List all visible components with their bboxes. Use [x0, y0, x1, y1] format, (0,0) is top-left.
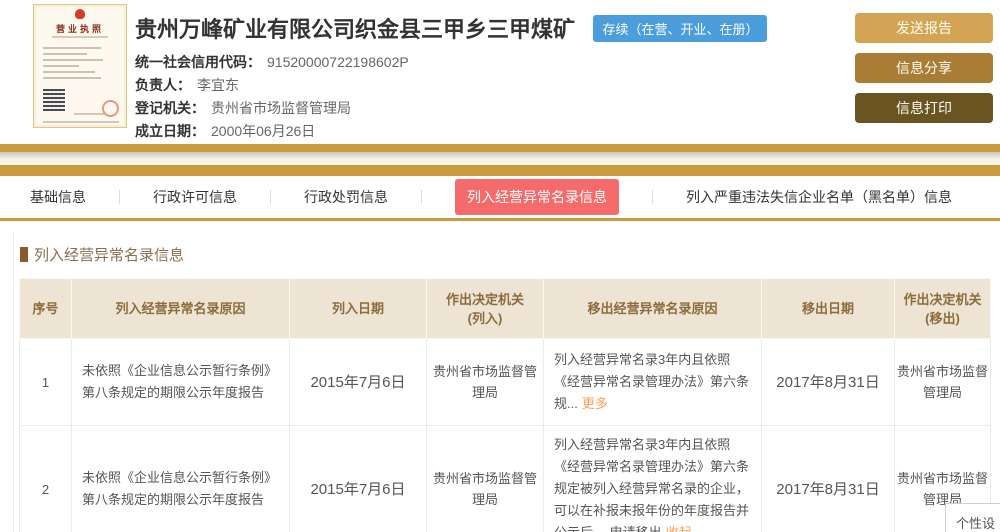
field-value: 91520000722198602P	[267, 54, 409, 70]
field-label: 登记机关：	[135, 100, 205, 116]
field-establish-date: 成立日期： 2000年06月26日	[135, 120, 767, 143]
cell-out-date: 2017年8月31日	[761, 338, 895, 426]
table-row: 2 未依照《企业信息公示暂行条例》第八条规定的期限公示年度报告 2015年7月6…	[19, 425, 991, 532]
cell-in-date: 2015年7月6日	[289, 338, 427, 426]
license-text-line	[43, 59, 103, 61]
cell-in-reason: 未依照《企业信息公示暂行条例》第八条规定的期限公示年度报告	[71, 338, 290, 426]
tab-separator	[270, 190, 271, 204]
col-header-in-reason: 列入经营异常名录原因	[71, 278, 290, 339]
field-label: 成立日期：	[135, 123, 205, 139]
tab-admin-license[interactable]: 行政许可信息	[153, 187, 237, 207]
cell-index: 2	[19, 425, 72, 532]
field-credit-code: 统一社会信用代码： 91520000722198602P	[135, 51, 767, 74]
col-header-in-date: 列入日期	[289, 278, 427, 339]
field-value: 李宜东	[197, 77, 239, 93]
tab-admin-penalty[interactable]: 行政处罚信息	[304, 187, 388, 207]
national-emblem-icon	[75, 9, 85, 19]
page: 营业执照 贵州万峰矿业有限公司织金县三甲乡三甲煤矿 存续（在营、开业、在册） 统…	[0, 0, 1000, 532]
field-label: 统一社会信用代码：	[135, 54, 261, 70]
col-header-out-reason: 移出经营异常名录原因	[543, 278, 762, 339]
license-text-line	[43, 47, 101, 49]
cell-out-date: 2017年8月31日	[761, 425, 895, 532]
red-stamp-icon	[102, 100, 119, 117]
tab-abnormal-operation-list[interactable]: 列入经营异常名录信息	[455, 179, 619, 215]
license-text-line	[43, 121, 119, 123]
action-buttons: 发送报告 信息分享 信息打印	[855, 13, 993, 133]
divider-gap	[0, 152, 1000, 165]
col-header-out-date: 移出日期	[761, 278, 895, 339]
table-row: 1 未依照《企业信息公示暂行条例》第八条规定的期限公示年度报告 2015年7月6…	[19, 338, 991, 426]
company-name-title: 贵州万峰矿业有限公司织金县三甲乡三甲煤矿	[135, 17, 576, 42]
info-print-button[interactable]: 信息打印	[855, 93, 993, 123]
collapse-link[interactable]: 收起	[666, 525, 692, 532]
cell-out-reason: 列入经营异常名录3年内且依照《经营异常名录管理办法》第六条规定被列入经营异常名录…	[543, 425, 762, 532]
license-title: 营业执照	[55, 24, 104, 34]
company-info: 贵州万峰矿业有限公司织金县三甲乡三甲煤矿 存续（在营、开业、在册） 统一社会信用…	[135, 12, 768, 143]
col-header-in-authority: 作出决定机关 (列入)	[426, 278, 544, 339]
gold-divider-top	[0, 144, 1000, 152]
tab-separator	[119, 190, 120, 204]
cell-in-authority: 贵州省市场监督管理局	[426, 425, 544, 532]
tab-separator	[421, 190, 422, 204]
field-legal-person: 负责人： 李宜东	[135, 74, 767, 97]
license-subtitle-line	[52, 36, 108, 38]
section-marker-icon	[20, 247, 28, 262]
send-report-button[interactable]: 发送报告	[855, 13, 993, 43]
cell-in-reason: 未依照《企业信息公示暂行条例》第八条规定的期限公示年度报告	[71, 425, 290, 532]
field-registry-authority: 登记机关： 贵州省市场监督管理局	[135, 97, 767, 120]
main-content: 列入经营异常名录信息 序号 列入经营异常名录原因 列入日期 作出决定机关 (列入)…	[0, 221, 1000, 532]
tab-basic-info[interactable]: 基础信息	[30, 187, 86, 207]
license-text-line	[43, 77, 101, 79]
col-header-out-authority: 作出决定机关 (移出)	[894, 278, 991, 339]
tab-serious-violation-blacklist[interactable]: 列入严重违法失信企业名单（黑名单）信息	[686, 187, 952, 207]
status-badge: 存续（在营、开业、在册）	[593, 14, 768, 42]
company-header: 营业执照 贵州万峰矿业有限公司织金县三甲乡三甲煤矿 存续（在营、开业、在册） 统…	[0, 0, 1000, 144]
gold-divider-bottom	[0, 165, 1000, 176]
section-title-text: 列入经营异常名录信息	[34, 247, 185, 264]
license-text-line	[74, 113, 104, 115]
field-value: 贵州省市场监督管理局	[211, 100, 351, 116]
tab-separator	[652, 190, 653, 204]
license-text-line	[43, 71, 95, 73]
out-reason-text: 列入经营异常名录3年内且依照《经营异常名录管理办法》第六条规定被列入经营异常名录…	[554, 437, 750, 532]
license-text-line	[43, 65, 79, 67]
content-left-border	[13, 231, 14, 532]
field-value: 2000年06月26日	[211, 123, 316, 139]
more-link[interactable]: 更多	[582, 396, 608, 411]
cell-out-reason: 列入经营异常名录3年内且依照《经营异常名录管理办法》第六条规... 更多	[543, 338, 762, 426]
abnormal-operation-table: 序号 列入经营异常名录原因 列入日期 作出决定机关 (列入) 移出经营异常名录原因…	[19, 278, 991, 532]
section-header: 列入经营异常名录信息	[20, 244, 1000, 265]
license-text-line	[43, 53, 87, 55]
qr-code-icon	[43, 89, 65, 111]
personalization-widget[interactable]: 个性设	[945, 503, 1000, 532]
field-label: 负责人：	[135, 77, 191, 93]
info-share-button[interactable]: 信息分享	[855, 53, 993, 83]
cell-index: 1	[19, 338, 72, 426]
business-license-thumbnail[interactable]: 营业执照	[33, 4, 127, 128]
table-header-row: 序号 列入经营异常名录原因 列入日期 作出决定机关 (列入) 移出经营异常名录原因…	[19, 278, 991, 339]
tab-bar: 基础信息 行政许可信息 行政处罚信息 列入经营异常名录信息 列入严重违法失信企业…	[0, 176, 1000, 221]
col-header-index: 序号	[19, 278, 72, 339]
cell-in-date: 2015年7月6日	[289, 425, 427, 532]
cell-in-authority: 贵州省市场监督管理局	[426, 338, 544, 426]
cell-out-authority: 贵州省市场监督管理局	[894, 338, 991, 426]
